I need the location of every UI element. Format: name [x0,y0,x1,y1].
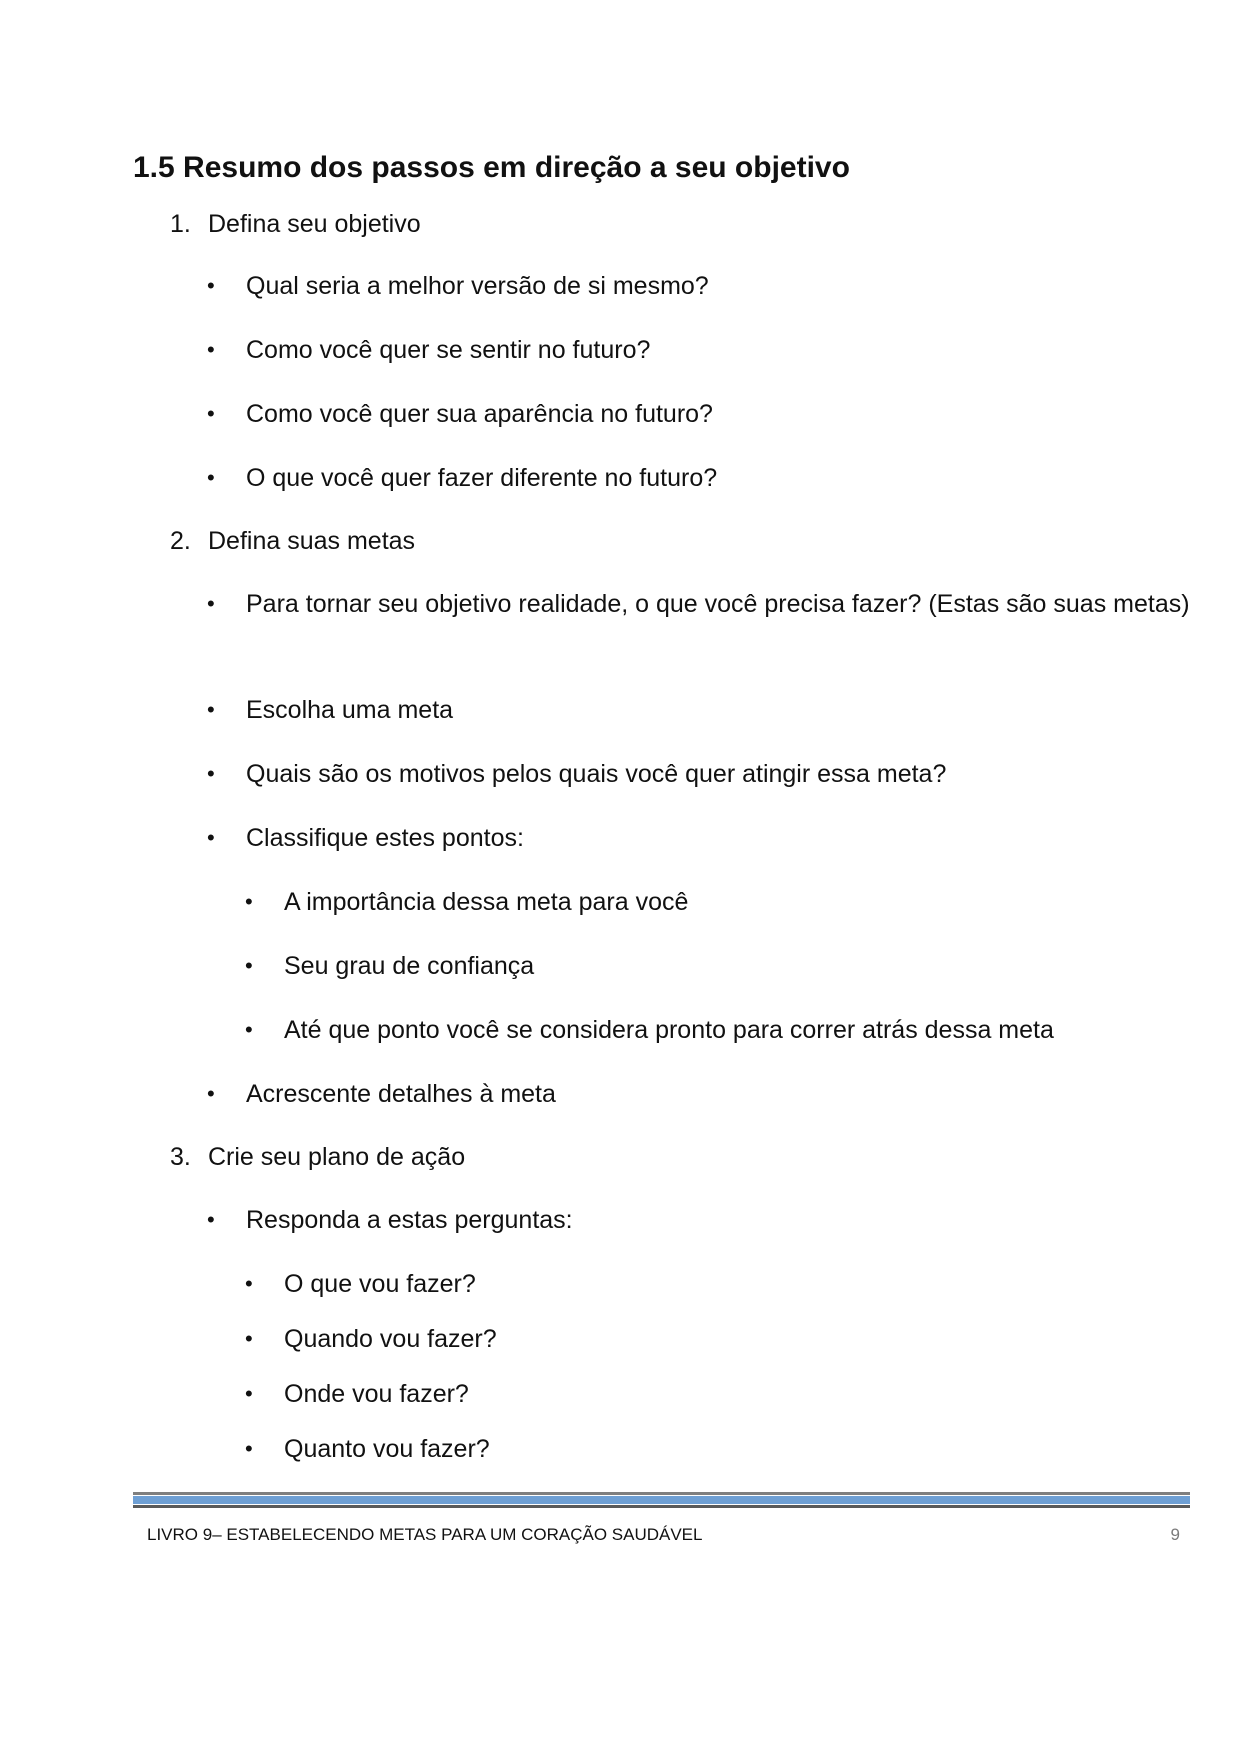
bullet-icon: • [245,953,253,978]
sub-list-item-text: A importância dessa meta para você [284,888,689,916]
footer-divider-top [133,1492,1190,1495]
bullet-icon: • [245,1017,253,1042]
bullet-icon: • [245,1271,253,1296]
bullet-icon: • [245,1326,253,1351]
sub-list-item-text: O que vou fazer? [284,1270,476,1298]
list-item-text: Para tornar seu objetivo realidade, o qu… [246,590,1190,618]
list-item-text: Quais são os motivos pelos quais você qu… [246,760,947,788]
step-label: Defina seu objetivo [208,210,421,238]
sub-list-item-text: Onde vou fazer? [284,1380,469,1408]
bullet-icon: • [245,1381,253,1406]
bullet-icon: • [207,401,215,426]
list-item-text: Qual seria a melhor versão de si mesmo? [246,272,709,300]
footer-divider-band [133,1496,1190,1504]
list-item-text: Como você quer se sentir no futuro? [246,336,651,364]
footer-title: LIVRO 9– ESTABELECENDO METAS PARA UM COR… [147,1525,703,1544]
bullet-icon: • [207,761,215,786]
bullet-icon: • [207,697,215,722]
bullet-icon: • [207,1081,215,1106]
list-item-text: O que você quer fazer diferente no futur… [246,464,718,492]
sub-list-item-text: Quanto vou fazer? [284,1435,490,1463]
sub-list-item-text: Até que ponto você se considera pronto p… [284,1016,1054,1044]
step-number: 3. [170,1143,191,1171]
bullet-icon: • [207,591,215,616]
step-number: 1. [170,210,191,238]
step-number: 2. [170,527,191,555]
list-item-text: Acrescente detalhes à meta [246,1080,556,1108]
step-label: Defina suas metas [208,527,416,555]
bullet-icon: • [207,1207,215,1232]
step-label: Crie seu plano de ação [208,1143,466,1171]
list-item-text: Classifique estes pontos: [246,824,524,852]
bullet-icon: • [207,465,215,490]
list-item-text: Escolha uma meta [246,696,454,724]
page-number: 9 [1170,1525,1180,1544]
section-heading: 1.5 Resumo dos passos em direção a seu o… [133,151,850,184]
list-item-text: Responda a estas perguntas: [246,1206,573,1234]
bullet-icon: • [207,825,215,850]
sub-list-item-text: Quando vou fazer? [284,1325,497,1353]
bullet-icon: • [207,273,215,298]
bullet-icon: • [245,1436,253,1461]
footer-divider-bottom [133,1505,1190,1508]
bullet-icon: • [245,889,253,914]
bullet-icon: • [207,337,215,362]
sub-list-item-text: Seu grau de confiança [284,952,535,980]
list-item-text: Como você quer sua aparência no futuro? [246,400,713,428]
